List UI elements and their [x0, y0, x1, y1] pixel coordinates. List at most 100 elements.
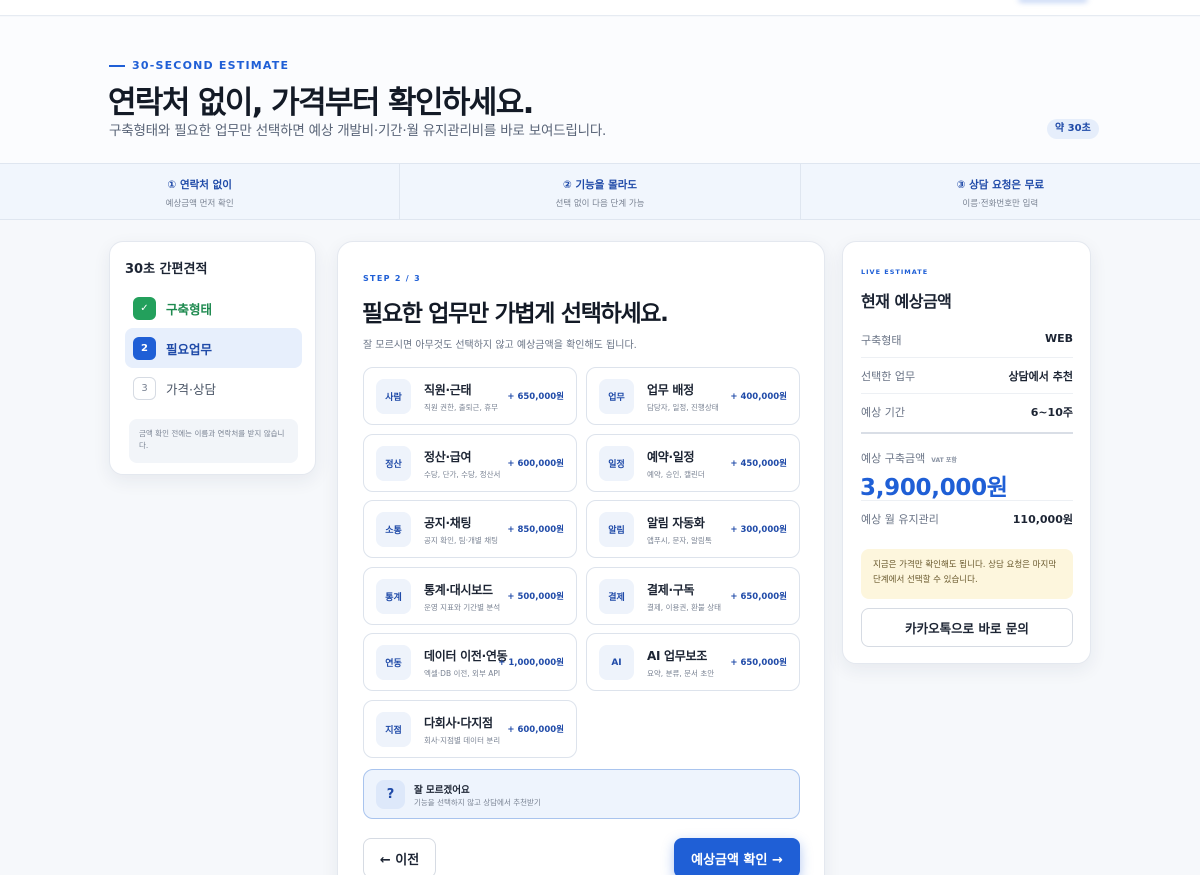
prev-button[interactable]: ← 이전 [363, 838, 436, 875]
step-item-features[interactable]: 2 필요업무 [125, 328, 302, 368]
chat-icon: 소통 [376, 512, 411, 547]
feature-option[interactable]: 통계 통계·대시보드 운영 지표와 기간별 분석 + 500,000원 [363, 567, 577, 625]
row-key: 예상 월 유지관리 [861, 513, 939, 526]
page-title: 연락처 없이, 가격부터 확인하세요. [108, 85, 534, 121]
info-note: 지금은 가격만 확인해도 됩니다. 상담 요청은 마지막 단계에서 선택할 수 … [861, 549, 1073, 599]
feature-name: 공지·채팅 [424, 516, 472, 530]
steps-title: 30초 간편견적 [125, 262, 208, 277]
eyebrow-line [109, 64, 125, 67]
feature-desc: 결제, 이용권, 환불 상태 [647, 603, 722, 612]
row-key: 예상 기간 [861, 406, 905, 419]
feature-price: + 650,000원 [730, 592, 787, 602]
live-label: LIVE ESTIMATE [861, 268, 929, 276]
feature-name: 업무 배정 [647, 383, 694, 397]
benefit-title: ② 기능을 몰라도 [562, 179, 638, 191]
feature-name: 예약·일정 [647, 450, 695, 464]
estimate-row: 구축형태 WEB [861, 332, 1073, 348]
feature-option[interactable]: 소통 공지·채팅 공지 확인, 팀·개별 채팅 + 850,000원 [363, 500, 577, 558]
feature-desc: 요약, 분류, 문서 초안 [647, 669, 715, 678]
feature-selection-panel: STEP 2 / 3 필요한 업무만 가볍게 선택하세요. 잘 모르시면 아무것… [337, 241, 825, 875]
step-number: 3 [133, 376, 156, 400]
feature-price: + 650,000원 [507, 392, 564, 402]
calendar-icon: 일정 [599, 446, 634, 481]
panel-title: 필요한 업무만 가볍게 선택하세요. [362, 301, 669, 327]
feature-option[interactable]: 정산 정산·급여 수당, 단가, 수당, 정산서 + 600,000원 [363, 434, 577, 492]
benefit-sub: 예상금액 먼저 확인 [165, 199, 234, 209]
feature-name: 정산·급여 [424, 450, 472, 464]
feature-option[interactable]: 일정 예약·일정 예약, 승인, 캘린더 + 450,000원 [586, 434, 800, 492]
feature-option[interactable]: 알림 알림 자동화 앱푸시, 문자, 알림톡 + 300,000원 [586, 500, 800, 558]
feature-desc: 앱푸시, 문자, 알림톡 [647, 536, 712, 545]
total-amount: 3,900,000원 [860, 475, 1008, 501]
divider [861, 500, 1073, 501]
feature-desc: 담당자, 일정, 진행상태 [647, 403, 719, 412]
feature-name: 통계·대시보드 [424, 583, 493, 597]
feature-desc: 공지 확인, 팀·개별 채팅 [424, 536, 499, 545]
check-icon: ✓ [133, 296, 156, 320]
row-key: 구축형태 [861, 334, 902, 347]
step-label: 필요업무 [166, 341, 213, 357]
feature-name: 알림 자동화 [647, 516, 705, 530]
feature-option[interactable]: 업무 업무 배정 담당자, 일정, 진행상태 + 400,000원 [586, 367, 800, 425]
row-value: 6~10주 [1030, 406, 1073, 419]
branch-icon: 지점 [376, 712, 411, 747]
unsure-sub: 기능을 선택하지 않고 상담에서 추천받기 [414, 798, 541, 807]
privacy-note: 금액 확인 전에는 이름과 연락처를 받지 않습니다. [129, 419, 298, 463]
vat-note: VAT 포함 [931, 457, 957, 464]
step-label: 가격·상담 [166, 381, 216, 397]
benefit-title: ③ 상담 요청은 무료 [956, 179, 1045, 191]
unsure-option[interactable]: ? 잘 모르겠어요 기능을 선택하지 않고 상담에서 추천받기 [363, 769, 800, 819]
divider [861, 357, 1073, 358]
feature-desc: 운영 지표와 기간별 분석 [424, 603, 501, 612]
benefit-sub: 선택 없이 다음 단계 가능 [555, 199, 645, 209]
check-estimate-button[interactable]: 예상금액 확인 → [674, 838, 800, 875]
feature-price: + 1,000,000원 [498, 658, 564, 668]
feature-option[interactable]: AI AI 업무보조 요약, 분류, 문서 초안 + 650,000원 [586, 633, 800, 691]
task-icon: 업무 [599, 379, 634, 414]
bell-icon: 알림 [599, 512, 634, 547]
benefits-strip: ① 연락처 없이 예상금액 먼저 확인 ② 기능을 몰라도 선택 없이 다음 단… [0, 163, 1200, 220]
row-value: 110,000원 [1012, 513, 1073, 526]
feature-desc: 직원 권한, 출퇴근, 휴무 [424, 403, 499, 412]
hero-eyebrow: 30-SECOND ESTIMATE [109, 59, 289, 72]
step-item-price[interactable]: 3 가격·상담 [125, 368, 302, 408]
step-item-build-type[interactable]: ✓ 구축형태 [125, 288, 302, 328]
feature-price: + 300,000원 [730, 525, 787, 535]
payment-icon: 결제 [599, 579, 634, 614]
benefit-item: ① 연락처 없이 예상금액 먼저 확인 [0, 164, 399, 219]
row-value: WEB [1044, 332, 1073, 345]
row-key: 선택한 업무 [861, 370, 916, 383]
monthly-row: 예상 월 유지관리 110,000원 [861, 511, 1073, 527]
estimate-row: 선택한 업무 상담에서 추천 [861, 368, 1073, 384]
feature-name: AI 업무보조 [647, 649, 707, 663]
feature-desc: 엑셀·DB 이전, 외부 API [424, 669, 501, 678]
kakao-inquiry-button[interactable]: 카카오톡으로 바로 문의 [861, 608, 1073, 647]
step-indicator: STEP 2 / 3 [363, 274, 421, 283]
step-number: 2 [133, 336, 156, 360]
question-icon: ? [376, 780, 405, 809]
feature-price: + 650,000원 [730, 658, 787, 668]
stats-icon: 통계 [376, 579, 411, 614]
divider [861, 393, 1073, 394]
feature-option[interactable]: 사람 직원·근태 직원 권한, 출퇴근, 휴무 + 650,000원 [363, 367, 577, 425]
benefit-item: ③ 상담 요청은 무료 이름·전화번호만 입력 [799, 164, 1200, 219]
step-label: 구축형태 [166, 301, 213, 317]
benefit-title: ① 연락처 없이 [167, 179, 232, 191]
unsure-title: 잘 모르겠어요 [414, 785, 470, 796]
eyebrow-text: 30-SECOND ESTIMATE [132, 59, 290, 72]
panel-description: 잘 모르시면 아무것도 선택하지 않고 예상금액을 확인해도 됩니다. [363, 340, 637, 351]
time-badge: 약 30초 [1047, 119, 1099, 139]
feature-option[interactable]: 연동 데이터 이전·연동 엑셀·DB 이전, 외부 API + 1,000,00… [363, 633, 577, 691]
settlement-icon: 정산 [376, 446, 411, 481]
integration-icon: 연동 [376, 645, 411, 680]
feature-price: + 600,000원 [507, 459, 564, 469]
feature-option[interactable]: 결제 결제·구독 결제, 이용권, 환불 상태 + 650,000원 [586, 567, 800, 625]
divider [861, 432, 1073, 434]
people-icon: 사람 [376, 379, 411, 414]
total-label: 예상 구축금액 VAT 포함 [861, 450, 957, 466]
estimate-title: 현재 예상금액 [861, 292, 952, 311]
feature-name: 결제·구독 [647, 583, 695, 597]
feature-desc: 수당, 단가, 수당, 정산서 [424, 470, 501, 479]
benefit-sub: 이름·전화번호만 입력 [962, 199, 1039, 209]
feature-option[interactable]: 지점 다회사·다지점 회사·지점별 데이터 분리 + 600,000원 [363, 700, 577, 758]
